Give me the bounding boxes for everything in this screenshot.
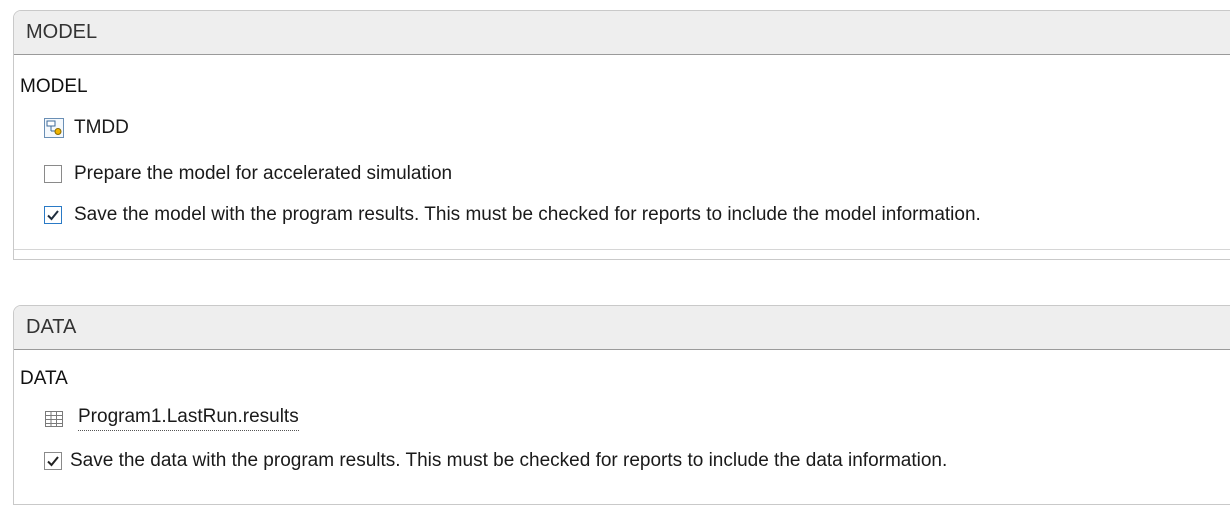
- model-panel-header[interactable]: MODEL: [14, 11, 1230, 55]
- table-grid-icon: [45, 410, 63, 427]
- model-panel-header-label: MODEL: [26, 21, 98, 43]
- data-name-link[interactable]: Program1.LastRun.results: [78, 406, 299, 431]
- checkmark-icon: [47, 210, 59, 221]
- save-model-checkbox[interactable]: [44, 206, 62, 224]
- data-section-title: DATA: [20, 368, 68, 389]
- prepare-accelerated-checkbox[interactable]: [44, 165, 62, 183]
- save-model-row: Save the model with the program results.…: [44, 204, 981, 226]
- model-diagram-icon: [44, 118, 64, 138]
- prepare-accelerated-label: Prepare the model for accelerated simula…: [74, 163, 453, 184]
- data-name-row[interactable]: Program1.LastRun.results: [44, 406, 299, 431]
- model-name-row[interactable]: TMDD: [44, 117, 129, 139]
- data-panel-header[interactable]: DATA: [14, 306, 1230, 350]
- model-panel: MODEL MODEL TMDD Prepare the model for a…: [13, 10, 1230, 260]
- save-data-row: Save the data with the program results. …: [44, 450, 947, 472]
- save-model-label: Save the model with the program results.…: [74, 204, 981, 225]
- data-panel: DATA DATA Program1.LastRun.results Save …: [13, 305, 1230, 505]
- save-data-label: Save the data with the program results. …: [70, 450, 948, 471]
- model-panel-separator: [14, 249, 1230, 250]
- save-data-checkbox[interactable]: [44, 452, 62, 470]
- model-name: TMDD: [74, 117, 129, 138]
- checkmark-icon: [47, 456, 59, 467]
- data-panel-header-label: DATA: [26, 316, 77, 338]
- prepare-accelerated-row: Prepare the model for accelerated simula…: [44, 163, 452, 185]
- model-section-title: MODEL: [20, 76, 88, 97]
